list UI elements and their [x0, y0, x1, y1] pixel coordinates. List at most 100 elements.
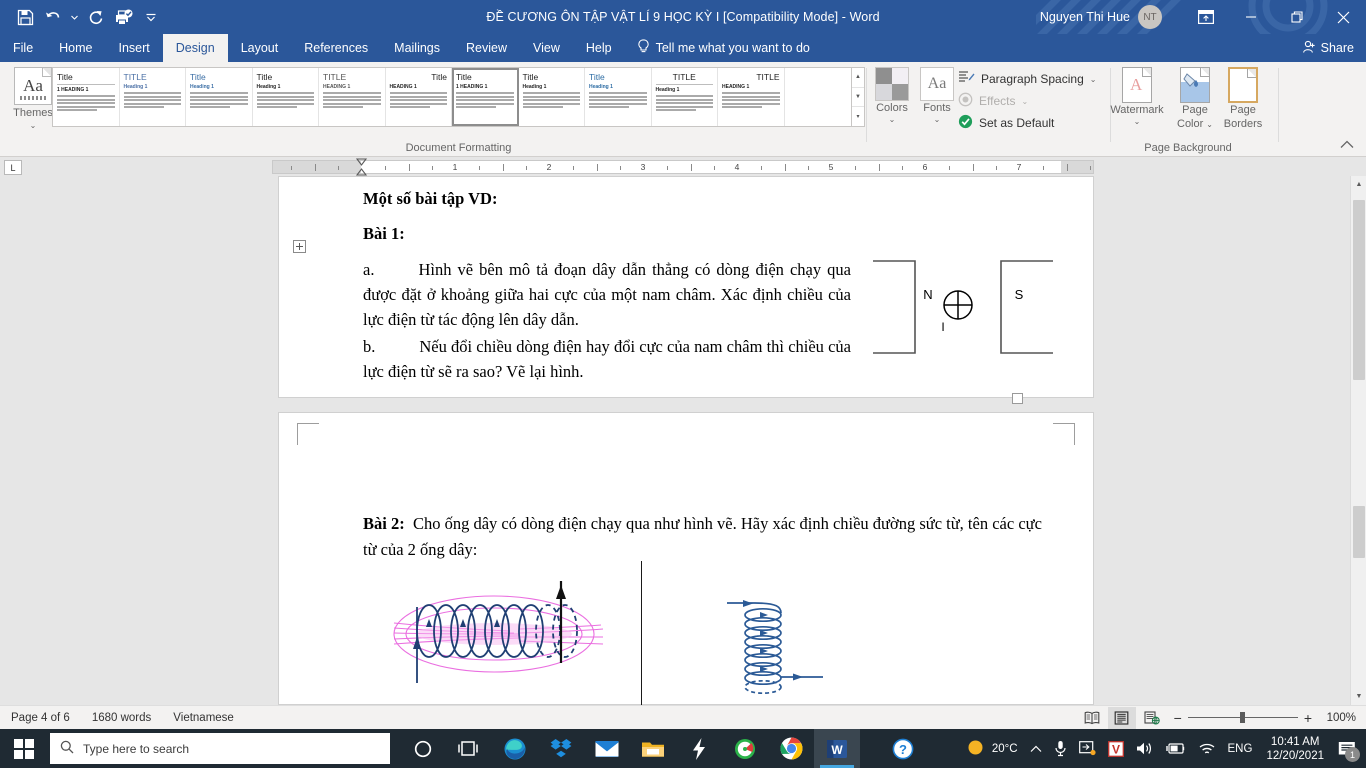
style-set-0[interactable]: Title 1 HEADING 1 — [53, 68, 120, 126]
tell-me-search[interactable]: Tell me what you want to do — [625, 34, 822, 62]
style-set-3[interactable]: Title Heading 1 — [252, 68, 319, 126]
battery-icon[interactable] — [1160, 729, 1192, 768]
account-name[interactable]: Nguyen Thi Hue — [1040, 10, 1130, 24]
quick-access-toolbar[interactable] — [0, 0, 164, 34]
page-borders-button[interactable]: Page Borders — [1214, 67, 1272, 131]
redo-icon[interactable] — [82, 4, 108, 30]
gallery-more-icon[interactable]: ▾ — [852, 107, 864, 126]
object-resize-handle[interactable] — [1012, 393, 1023, 404]
close-button[interactable] — [1320, 0, 1366, 34]
read-mode-view-button[interactable] — [1078, 707, 1106, 729]
undo-dropdown-icon[interactable] — [68, 4, 80, 30]
tab-home[interactable]: Home — [46, 34, 105, 62]
word-icon[interactable]: W — [814, 729, 860, 768]
object-anchor-handle[interactable] — [293, 240, 306, 253]
scroll-down-icon[interactable]: ▼ — [1351, 688, 1366, 705]
ribbon-display-options-icon[interactable] — [1184, 0, 1228, 34]
search-input[interactable]: Type here to search — [50, 733, 390, 764]
magnet-force-diagram[interactable]: N S I — [873, 257, 1053, 357]
print-layout-view-button[interactable] — [1107, 706, 1136, 729]
web-layout-view-button[interactable] — [1138, 707, 1166, 729]
chrome-icon[interactable] — [768, 729, 814, 768]
lightning-icon[interactable] — [676, 729, 722, 768]
themes-chevron-down-icon[interactable]: ⌄ — [30, 122, 37, 130]
page-color-chevron-down-icon[interactable]: ⌄ — [1206, 120, 1213, 129]
zoom-in-button[interactable]: + — [1304, 710, 1312, 726]
style-set-gallery[interactable]: Title 1 HEADING 1 TITLE Heading 1 Title Headi… — [52, 67, 852, 127]
paragraph-spacing-button[interactable]: Paragraph Spacing ⌄ — [955, 68, 1099, 90]
customize-qat-icon[interactable] — [138, 4, 164, 30]
tab-references[interactable]: References — [291, 34, 381, 62]
start-button[interactable] — [0, 729, 48, 768]
style-set-5[interactable]: Title HEADING 1 — [385, 68, 452, 126]
theme-fonts-button[interactable]: Aa Fonts ⌄ — [914, 67, 960, 124]
watermark-button[interactable]: A Watermark ⌄ — [1108, 67, 1166, 126]
cortana-icon[interactable] — [400, 729, 446, 768]
wifi-icon[interactable] — [1192, 729, 1222, 768]
set-as-default-button[interactable]: Set as Default — [955, 112, 1099, 134]
help-icon[interactable]: ? — [880, 729, 926, 768]
style-set-4[interactable]: TITLE HEADING 1 — [319, 68, 386, 126]
paragraph-spacing-chevron-down-icon[interactable]: ⌄ — [1090, 75, 1097, 84]
clock[interactable]: 10:41 AM 12/20/2021 — [1258, 735, 1332, 763]
gallery-scrollbar[interactable]: ▲ ▼ ▾ — [852, 67, 865, 127]
zoom-out-button[interactable]: − — [1174, 710, 1182, 726]
restore-button[interactable] — [1274, 0, 1320, 34]
style-set-10[interactable]: TITLE HEADING 1 — [718, 68, 785, 126]
style-set-9[interactable]: TITLE Heading 1 — [651, 68, 718, 126]
language-indicator[interactable]: ENG — [1222, 729, 1259, 768]
colors-chevron-down-icon[interactable]: ⌄ — [889, 116, 896, 124]
avatar[interactable]: NT — [1138, 5, 1162, 29]
show-hidden-icons-chevron-up-icon[interactable] — [1024, 729, 1048, 768]
tab-mailings[interactable]: Mailings — [381, 34, 453, 62]
collapse-ribbon-icon[interactable] — [1340, 140, 1354, 152]
vertical-solenoid-figure[interactable] — [719, 593, 849, 703]
style-set-6[interactable]: Title 1 HEADING 1 — [452, 68, 519, 126]
gallery-scroll-up-icon[interactable]: ▲ — [852, 68, 864, 88]
notification-center-button[interactable]: 1 — [1332, 729, 1366, 768]
fonts-chevron-down-icon[interactable]: ⌄ — [934, 116, 941, 124]
gallery-scroll-down-icon[interactable]: ▼ — [852, 88, 864, 108]
scroll-up-icon[interactable]: ▲ — [1351, 176, 1366, 193]
vertical-scrollbar[interactable]: ▲ ▼ — [1350, 176, 1366, 705]
tab-view[interactable]: View — [520, 34, 573, 62]
word-count[interactable]: 1680 words — [81, 712, 162, 724]
document-page-1[interactable]: Một số bài tập VD: Bài 1: a. Hình vẽ bên … — [278, 176, 1094, 404]
minimize-button[interactable] — [1228, 0, 1274, 34]
horizontal-ruler[interactable]: 1 2 3 4 5 6 7 — [272, 160, 1094, 174]
style-set-2[interactable]: Title Heading 1 — [186, 68, 253, 126]
document-page-2[interactable]: Bài 2: Cho ống dây có dòng điện chạy qua… — [278, 412, 1094, 705]
tab-insert[interactable]: Insert — [106, 34, 163, 62]
themes-button[interactable]: Aa Themes ⌄ — [8, 67, 58, 130]
style-set-8[interactable]: Title Heading 1 — [585, 68, 652, 126]
file-explorer-icon[interactable] — [630, 729, 676, 768]
zoom-level[interactable]: 100% — [1320, 712, 1360, 724]
watermark-chevron-down-icon[interactable]: ⌄ — [1134, 118, 1141, 126]
tab-help[interactable]: Help — [573, 34, 625, 62]
document-canvas[interactable]: Một số bài tập VD: Bài 1: a. Hình vẽ bên … — [0, 176, 1366, 705]
media-player-icon[interactable] — [722, 729, 768, 768]
share-button[interactable]: Share — [1302, 34, 1354, 62]
dropbox-icon[interactable] — [538, 729, 584, 768]
save-icon[interactable] — [12, 4, 38, 30]
task-view-icon[interactable] — [446, 729, 492, 768]
tab-layout[interactable]: Layout — [228, 34, 292, 62]
zoom-slider[interactable]: − + — [1174, 710, 1312, 726]
weather-indicator[interactable]: 20°C — [961, 729, 1024, 768]
page-indicator[interactable]: Page 4 of 6 — [0, 712, 81, 724]
undo-icon[interactable] — [40, 4, 66, 30]
tab-file[interactable]: File — [0, 34, 46, 62]
print-preview-icon[interactable] — [110, 4, 136, 30]
language-indicator[interactable]: Vietnamese — [162, 712, 245, 724]
tab-design[interactable]: Design — [162, 34, 228, 62]
scroll-page-marker[interactable] — [1353, 506, 1365, 558]
style-set-7[interactable]: Title Heading 1 — [518, 68, 585, 126]
zoom-thumb[interactable] — [1239, 712, 1245, 723]
unikey-icon[interactable]: V — [1102, 729, 1130, 768]
tab-review[interactable]: Review — [453, 34, 520, 62]
microphone-icon[interactable] — [1048, 729, 1073, 768]
screen-capture-icon[interactable] — [1073, 729, 1102, 768]
theme-colors-button[interactable]: Colors ⌄ — [869, 67, 915, 124]
scroll-thumb[interactable] — [1353, 200, 1365, 380]
style-set-1[interactable]: TITLE Heading 1 — [119, 68, 186, 126]
